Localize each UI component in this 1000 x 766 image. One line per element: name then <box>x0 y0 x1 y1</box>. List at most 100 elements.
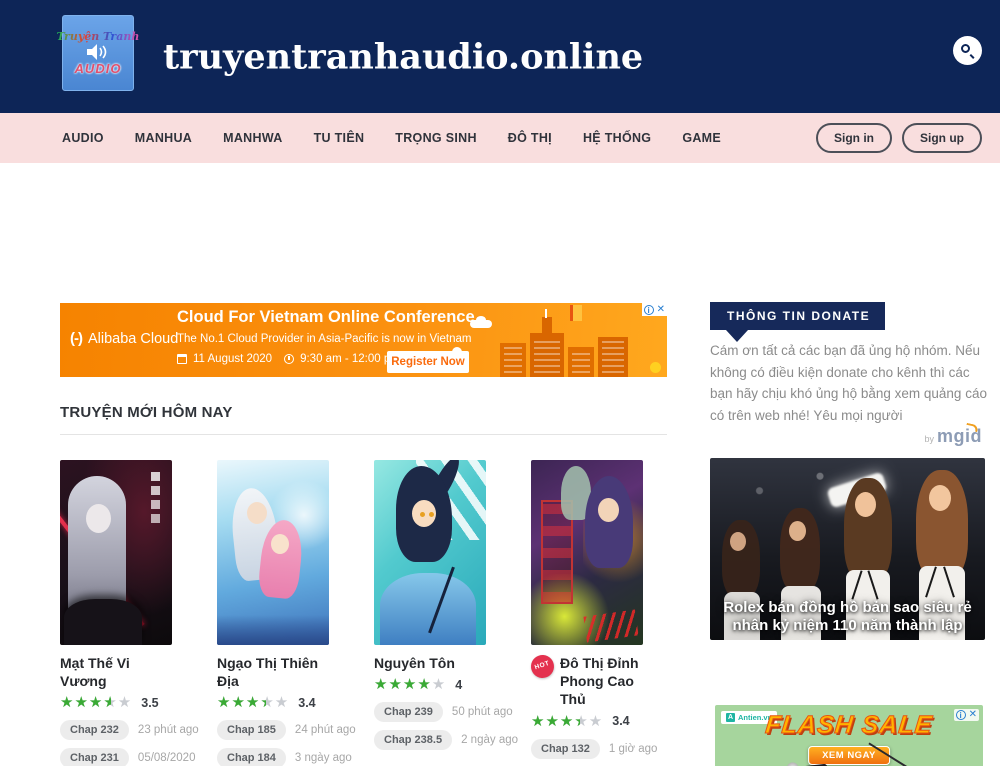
comic-card: HOT Đô Thị Đỉnh Phong Cao Thủ ★★★★★ ★★★★… <box>531 460 643 766</box>
comic-title[interactable]: Ngạo Thị Thiên Địa <box>217 654 329 690</box>
speaker-icon <box>87 44 109 60</box>
section-title: TRUYỆN MỚI HÔM NAY <box>60 404 233 421</box>
comic-card: Nguyên Tôn ★★★★★ ★★★★★ 4 Chap 239 50 phú… <box>374 460 486 766</box>
comic-cover[interactable] <box>60 460 172 645</box>
chapter-chip[interactable]: Chap 238.5 <box>374 730 452 750</box>
calendar-icon <box>177 354 187 364</box>
chapter-chip[interactable]: Chap 132 <box>531 739 600 759</box>
lantern-illustration <box>570 305 582 321</box>
map-pin-icon <box>450 345 464 359</box>
ad-subtitle: The No.1 Cloud Provider in Asia-Pacific … <box>177 333 471 345</box>
native-ad-rolex[interactable]: Rolex bán đồng hồ bản sao siêu rẻ nhân k… <box>710 458 985 640</box>
comic-cover[interactable] <box>217 460 329 645</box>
star-rating: ★★★★★ ★★★★★ <box>531 714 603 729</box>
page: Truyện Tranh AUDIO truyentranhaudio.onli… <box>0 0 1000 766</box>
comic-card-grid: Mạt Thế Vi Vương ★★★★★ ★★★★★ 3.5 Chap 23… <box>60 460 700 766</box>
logo-script-text: Truyện Tranh <box>57 30 140 43</box>
nav-item-game[interactable]: GAME <box>682 131 721 145</box>
donate-text: Cám ơn tất cả các bạn đã ủng hộ nhóm. Nế… <box>710 340 988 426</box>
site-header: Truyện Tranh AUDIO truyentranhaudio.onli… <box>0 0 1000 113</box>
chapter-list: Chap 185 24 phút ago Chap 184 3 ngày ago <box>217 720 329 766</box>
rating-row: ★★★★★ ★★★★★ 3.4 <box>217 695 329 710</box>
chapter-chip[interactable]: Chap 232 <box>60 720 129 740</box>
chapter-row: Chap 185 24 phút ago <box>217 720 329 740</box>
comic-title[interactable]: Mạt Thế Vi Vương <box>60 654 172 690</box>
nav-item-manhwa[interactable]: MANHWA <box>223 131 282 145</box>
alibaba-brand-name: Alibaba Cloud <box>88 331 178 347</box>
mgid-attribution[interactable]: bymgid <box>710 426 982 447</box>
chapter-time: 24 phút ago <box>295 724 356 736</box>
nav-items: AUDIO MANHUA MANHWA TU TIÊN TRỌNG SINH Đ… <box>0 131 721 145</box>
ad-close-icon[interactable] <box>657 305 665 315</box>
chapter-chip[interactable]: Chap 184 <box>217 748 286 766</box>
tree-illustration <box>650 362 661 373</box>
chapter-time: 23 phút ago <box>138 724 199 736</box>
rating-value: 3.5 <box>141 696 158 710</box>
cover-art-figure <box>68 476 126 616</box>
cover-art-face <box>271 534 289 554</box>
ad-title: Cloud For Vietnam Online Conference <box>177 308 475 327</box>
comic-title[interactable]: HOT Đô Thị Đỉnh Phong Cao Thủ <box>531 654 643 709</box>
search-button[interactable] <box>953 36 982 65</box>
chapter-row: Chap 238.5 2 ngày ago <box>374 730 486 750</box>
chapter-list: Chap 132 1 giờ ago Chap 131 05/08/2020 <box>531 739 643 766</box>
chapter-time: 2 ngày ago <box>461 734 518 746</box>
alibaba-logo-icon: (-) <box>70 330 82 347</box>
flash-sale-title: FLASH SALE <box>715 711 983 740</box>
native-ad-caption: Rolex bán đồng hồ bản sao siêu rẻ nhân k… <box>716 599 979 637</box>
cloud-illustration <box>470 320 492 328</box>
nav-item-trong-sinh[interactable]: TRỌNG SINH <box>395 131 476 145</box>
alibaba-ad-banner[interactable]: (-) Alibaba Cloud Cloud For Vietnam Onli… <box>60 303 667 377</box>
search-icon <box>961 44 970 53</box>
sign-up-button[interactable]: Sign up <box>902 123 982 153</box>
cover-art-face <box>247 502 267 524</box>
building-illustration <box>568 347 594 377</box>
chapter-list: Chap 232 23 phút ago Chap 231 05/08/2020 <box>60 720 172 766</box>
cover-art-face <box>86 504 111 533</box>
chapter-row: Chap 231 05/08/2020 <box>60 748 172 766</box>
comic-cover[interactable] <box>531 460 643 645</box>
rating-row: ★★★★★ ★★★★★ 4 <box>374 677 486 692</box>
cover-art-robe <box>380 573 476 645</box>
comic-title[interactable]: Nguyên Tôn <box>374 654 486 672</box>
rating-value: 3.4 <box>298 696 315 710</box>
cathedral-illustration <box>530 333 564 377</box>
nav-item-do-thi[interactable]: ĐÔ THỊ <box>508 131 552 145</box>
adchoices-controls <box>642 303 667 316</box>
comic-card: Ngạo Thị Thiên Địa ★★★★★ ★★★★★ 3.4 Chap … <box>217 460 329 766</box>
chapter-row: Chap 132 1 giờ ago <box>531 739 643 759</box>
chapter-chip[interactable]: Chap 239 <box>374 702 443 722</box>
cover-art-script <box>583 610 638 643</box>
site-logo[interactable]: Truyện Tranh AUDIO <box>62 15 134 91</box>
cover-art-shade <box>217 615 329 645</box>
chapter-row: Chap 184 3 ngày ago <box>217 748 329 766</box>
site-title[interactable]: truyentranhaudio.online <box>163 36 643 77</box>
comic-card: Mạt Thế Vi Vương ★★★★★ ★★★★★ 3.5 Chap 23… <box>60 460 172 766</box>
sign-in-button[interactable]: Sign in <box>816 123 892 153</box>
rating-row: ★★★★★ ★★★★★ 3.5 <box>60 695 172 710</box>
nav-item-he-thong[interactable]: HỆ THỐNG <box>583 131 651 145</box>
comic-cover[interactable] <box>374 460 486 645</box>
donate-info-ribbon: THÔNG TIN DONATE <box>710 302 885 330</box>
chapter-row: Chap 232 23 phút ago <box>60 720 172 740</box>
nav-item-tu-tien[interactable]: TU TIÊN <box>314 131 365 145</box>
mgid-by-label: by <box>924 434 934 444</box>
chapter-row: Chap 239 50 phút ago <box>374 702 486 722</box>
mgid-logo: mgid <box>937 426 982 446</box>
nav-item-audio[interactable]: AUDIO <box>62 131 104 145</box>
chapter-time: 1 giờ ago <box>609 743 657 755</box>
ad-info-icon[interactable] <box>644 305 654 315</box>
star-rating: ★★★★★ ★★★★★ <box>217 695 289 710</box>
nav-item-manhua[interactable]: MANHUA <box>135 131 192 145</box>
building-illustration <box>598 337 628 377</box>
ad-city-illustration <box>452 303 667 377</box>
logo-audio-text: AUDIO <box>75 61 122 76</box>
cover-art-face <box>598 498 619 522</box>
star-rating: ★★★★★ ★★★★★ <box>60 695 132 710</box>
chapter-time: 3 ngày ago <box>295 752 352 764</box>
rating-value: 3.4 <box>612 714 629 728</box>
chapter-chip[interactable]: Chap 231 <box>60 748 129 766</box>
chapter-chip[interactable]: Chap 185 <box>217 720 286 740</box>
flash-sale-ad[interactable]: A Antien.vn FLASH SALE XEM NGAY <box>715 705 983 766</box>
hot-badge: HOT <box>528 652 557 681</box>
